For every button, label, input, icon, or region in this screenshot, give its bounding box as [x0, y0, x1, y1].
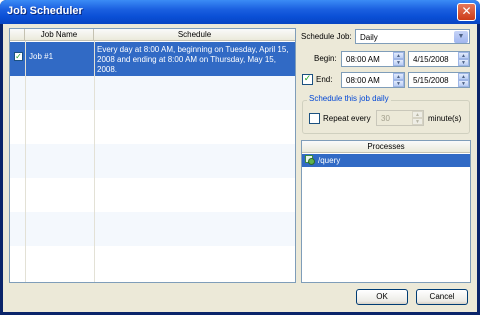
- job-schedule-text: Every day at 8:00 AM, beginning on Tuesd…: [97, 45, 289, 74]
- job-row[interactable]: ✓ Job #1 Every day at 8:00 AM, beginning…: [10, 42, 295, 76]
- job-name: Job #1: [29, 52, 54, 61]
- job-list-header: Job Name Schedule: [10, 29, 295, 41]
- job-scheduler-window: Job Scheduler ✕ Job Name Schedule ✓ Job …: [0, 0, 480, 315]
- begin-date-picker[interactable]: 4/15/2008 ▲ ▼: [408, 51, 470, 67]
- end-date-value: 5/15/2008: [413, 76, 449, 85]
- repeat-every-label: Repeat every: [323, 114, 371, 123]
- column-header-job-name[interactable]: Job Name: [25, 29, 94, 41]
- end-time-value: 08:00 AM: [346, 76, 380, 85]
- end-date-picker[interactable]: 5/15/2008 ▲ ▼: [408, 72, 470, 88]
- daily-group-title: Schedule this job daily: [307, 94, 391, 103]
- empty-row: [10, 144, 295, 178]
- schedule-job-select[interactable]: Daily ▼: [355, 29, 470, 44]
- title-bar[interactable]: Job Scheduler ✕: [0, 0, 480, 24]
- dialog-body: Job Name Schedule ✓ Job #1 Every day at …: [3, 24, 477, 312]
- spin-up-icon[interactable]: ▲: [412, 111, 423, 118]
- spin-up-icon[interactable]: ▲: [393, 52, 404, 59]
- schedule-job-label: Schedule Job:: [301, 32, 352, 41]
- process-item[interactable]: /query: [302, 154, 470, 167]
- empty-row: [10, 178, 295, 212]
- empty-row: [10, 76, 295, 110]
- spin-down-icon[interactable]: ▼: [412, 118, 423, 125]
- column-divider: [25, 41, 26, 282]
- schedule-job-value: Daily: [360, 33, 378, 42]
- window-title: Job Scheduler: [7, 5, 83, 17]
- cancel-button[interactable]: Cancel: [416, 289, 468, 305]
- repeat-unit-label: minute(s): [428, 114, 462, 123]
- chevron-down-icon[interactable]: ▼: [454, 31, 468, 43]
- processes-header: Processes: [302, 141, 470, 153]
- begin-time-value: 08:00 AM: [346, 55, 380, 64]
- end-time-picker[interactable]: 08:00 AM ▲ ▼: [341, 72, 405, 88]
- spin-down-icon[interactable]: ▼: [458, 59, 469, 66]
- spin-up-icon[interactable]: ▲: [458, 73, 469, 80]
- spin-up-icon[interactable]: ▲: [393, 73, 404, 80]
- spin-down-icon[interactable]: ▼: [393, 80, 404, 87]
- begin-time-picker[interactable]: 08:00 AM ▲ ▼: [341, 51, 405, 67]
- spin-down-icon[interactable]: ▼: [458, 80, 469, 87]
- empty-row: [10, 246, 295, 282]
- end-label: End:: [316, 75, 333, 84]
- begin-date-value: 4/15/2008: [413, 55, 449, 64]
- job-list[interactable]: Job Name Schedule ✓ Job #1 Every day at …: [9, 28, 296, 283]
- end-checkbox[interactable]: ✓: [302, 74, 313, 85]
- repeat-interval-stepper[interactable]: 30 ▲ ▼: [376, 110, 424, 126]
- process-label: /query: [318, 156, 341, 165]
- processes-list[interactable]: Processes /query: [301, 140, 471, 283]
- column-header-schedule[interactable]: Schedule: [94, 29, 295, 41]
- repeat-interval-value: 30: [381, 114, 390, 123]
- ok-button[interactable]: OK: [356, 289, 408, 305]
- begin-label: Begin:: [314, 54, 337, 63]
- close-icon: ✕: [461, 4, 472, 18]
- checkbox-column-header[interactable]: [10, 29, 25, 41]
- spin-down-icon[interactable]: ▼: [393, 59, 404, 66]
- query-process-icon: [305, 155, 315, 165]
- empty-row: [10, 212, 295, 246]
- repeat-every-checkbox[interactable]: [309, 113, 320, 124]
- empty-row: [10, 110, 295, 144]
- close-button[interactable]: ✕: [457, 3, 476, 21]
- column-divider: [94, 41, 95, 282]
- spin-up-icon[interactable]: ▲: [458, 52, 469, 59]
- job-enabled-checkbox[interactable]: ✓: [14, 52, 23, 61]
